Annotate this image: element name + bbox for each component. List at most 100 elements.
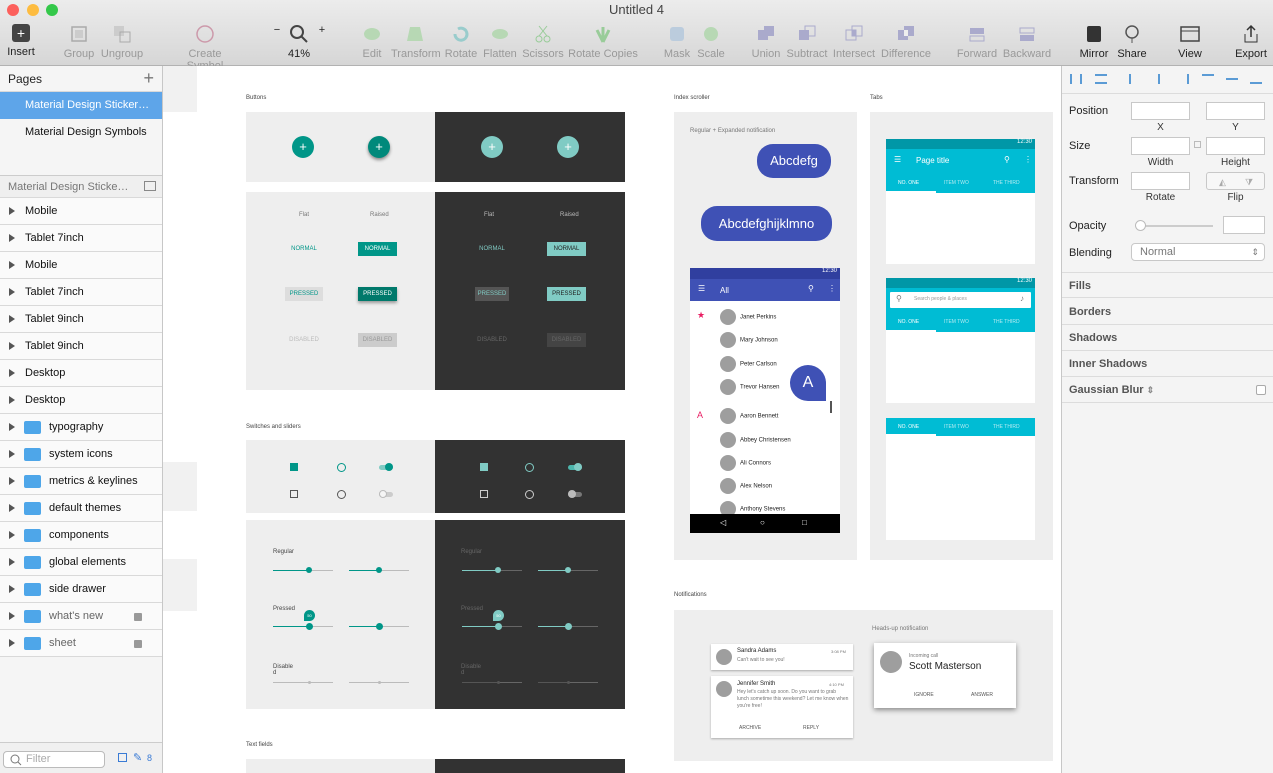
headsup-card[interactable]: Incoming call Scott Masterson IGNORE ANS… bbox=[874, 643, 1016, 708]
layer-row[interactable]: Desktop bbox=[0, 360, 162, 387]
tab-two[interactable]: ITEM TWO bbox=[944, 180, 969, 186]
flip-vertical-icon[interactable]: ⧩ bbox=[1245, 177, 1253, 188]
slider-thumb[interactable] bbox=[495, 567, 501, 573]
archive-action[interactable]: ARCHIVE bbox=[739, 725, 761, 731]
contact-item[interactable]: Ali Connors bbox=[720, 455, 771, 471]
page-item[interactable]: Material Design Symbols bbox=[0, 119, 162, 146]
layer-row[interactable]: components bbox=[0, 522, 162, 549]
contact-item[interactable]: Trevor Hansen bbox=[720, 379, 779, 395]
transform-button[interactable]: Transform bbox=[391, 22, 441, 62]
align-top-icon[interactable] bbox=[1202, 74, 1214, 84]
layer-row[interactable]: what's new bbox=[0, 603, 162, 630]
raised-normal-button[interactable]: NORMAL bbox=[358, 242, 397, 256]
flat-pressed-button[interactable]: PRESSED bbox=[285, 287, 323, 301]
pencil-icon[interactable]: ✎ bbox=[133, 751, 142, 764]
mirror-button[interactable]: Mirror bbox=[1076, 22, 1112, 62]
contact-item[interactable]: Mary Johnson bbox=[720, 332, 778, 348]
recents-icon[interactable]: □ bbox=[802, 518, 807, 527]
tab-two[interactable]: ITEM TWO bbox=[944, 319, 969, 325]
flat-normal-button[interactable]: NORMAL bbox=[285, 242, 323, 256]
slider-thumb[interactable] bbox=[564, 622, 572, 630]
distribute-v-icon[interactable] bbox=[1095, 74, 1107, 84]
switch-on[interactable] bbox=[379, 463, 393, 471]
fab-button[interactable]: + bbox=[292, 136, 314, 158]
add-page-button[interactable]: + bbox=[143, 68, 154, 89]
subtract-button[interactable]: Subtract bbox=[786, 22, 828, 62]
tab-three[interactable]: THE THIRD bbox=[993, 319, 1020, 325]
blending-select[interactable]: Normal ⇕ bbox=[1131, 243, 1265, 261]
disclosure-triangle-icon[interactable] bbox=[9, 531, 15, 539]
scissors-button[interactable]: Scissors bbox=[522, 22, 564, 62]
contact-item[interactable]: Abbey Christensen bbox=[720, 432, 791, 448]
checkbox-unchecked[interactable] bbox=[290, 490, 298, 498]
opacity-slider[interactable] bbox=[1135, 220, 1213, 231]
x-field[interactable] bbox=[1131, 102, 1190, 120]
fab-button[interactable]: + bbox=[481, 136, 503, 158]
align-center-icon[interactable] bbox=[1158, 74, 1170, 84]
notification-card[interactable]: Sandra Adams 3:08 PM Can't wait to see y… bbox=[711, 644, 853, 670]
slider[interactable] bbox=[538, 622, 598, 630]
disclosure-triangle-icon[interactable] bbox=[9, 423, 15, 431]
rotate-field[interactable] bbox=[1131, 172, 1190, 190]
zoom-in-button[interactable]: + bbox=[316, 24, 328, 64]
disclosure-triangle-icon[interactable] bbox=[9, 585, 15, 593]
checkbox-checked[interactable] bbox=[480, 463, 488, 471]
slider-thumb[interactable] bbox=[306, 567, 312, 573]
contact-item[interactable]: Peter Carlson bbox=[720, 356, 777, 372]
disclosure-triangle-icon[interactable] bbox=[9, 315, 15, 323]
switch-off[interactable] bbox=[568, 490, 582, 498]
contact-item[interactable]: Janet Perkins bbox=[720, 309, 776, 325]
page-item[interactable]: Material Design Sticker… bbox=[0, 92, 162, 119]
fills-section[interactable]: Fills bbox=[1062, 272, 1273, 298]
disclosure-triangle-icon[interactable] bbox=[9, 504, 15, 512]
align-middle-icon[interactable] bbox=[1226, 78, 1238, 88]
radio-selected[interactable] bbox=[337, 463, 346, 472]
rotate-button[interactable]: Rotate bbox=[444, 22, 478, 62]
layer-row[interactable]: system icons bbox=[0, 441, 162, 468]
disclosure-triangle-icon[interactable] bbox=[9, 558, 15, 566]
layer-row[interactable]: typography bbox=[0, 414, 162, 441]
lock-icon[interactable] bbox=[134, 613, 142, 621]
disclosure-triangle-icon[interactable] bbox=[9, 261, 15, 269]
tab-one[interactable]: NO. ONE bbox=[898, 319, 919, 325]
contact-item[interactable]: Aaron Bennett bbox=[720, 408, 778, 424]
menu-icon[interactable]: ☰ bbox=[698, 284, 705, 293]
backward-button[interactable]: Backward bbox=[1002, 22, 1052, 62]
borders-section[interactable]: Borders bbox=[1062, 299, 1273, 325]
raised-normal-button[interactable]: NORMAL bbox=[547, 242, 586, 256]
insert-button[interactable]: + Insert bbox=[4, 22, 38, 62]
flat-pressed-button[interactable]: PRESSED bbox=[475, 287, 509, 301]
opacity-field[interactable] bbox=[1223, 216, 1265, 234]
filter-input[interactable]: Filter bbox=[26, 753, 50, 765]
checkbox-unchecked[interactable] bbox=[480, 490, 488, 498]
disclosure-triangle-icon[interactable] bbox=[9, 342, 15, 350]
tab-two[interactable]: ITEM TWO bbox=[944, 424, 969, 430]
layer-row[interactable]: Tablet 9inch bbox=[0, 333, 162, 360]
lock-ratio-icon[interactable] bbox=[1194, 141, 1201, 148]
layer-row[interactable]: Tablet 9inch bbox=[0, 306, 162, 333]
slider-thumb[interactable] bbox=[494, 622, 502, 630]
flatten-button[interactable]: Flatten bbox=[482, 22, 518, 62]
layer-row[interactable]: metrics & keylines bbox=[0, 468, 162, 495]
share-button[interactable]: Share bbox=[1114, 22, 1150, 62]
slider[interactable]: 50 bbox=[273, 610, 333, 630]
back-icon[interactable]: ◁ bbox=[720, 518, 726, 527]
scrollbar-thumb[interactable] bbox=[830, 401, 832, 413]
zoom-control[interactable]: 41% bbox=[286, 22, 312, 62]
filter-field[interactable]: Filter bbox=[3, 751, 105, 768]
flat-normal-button[interactable]: NORMAL bbox=[473, 242, 511, 256]
radio-unselected[interactable] bbox=[525, 490, 534, 499]
flip-horizontal-icon[interactable]: ◭ bbox=[1219, 177, 1226, 188]
raised-pressed-button[interactable]: PRESSED bbox=[547, 287, 586, 301]
layer-row[interactable]: Tablet 7inch bbox=[0, 225, 162, 252]
filter-dropdown[interactable]: All bbox=[720, 286, 729, 295]
tab-one[interactable]: NO. ONE bbox=[898, 180, 919, 186]
slider-thumb[interactable] bbox=[376, 567, 382, 573]
artboard-icon[interactable] bbox=[144, 181, 156, 191]
shadows-section[interactable]: Shadows bbox=[1062, 325, 1273, 351]
union-button[interactable]: Union bbox=[751, 22, 781, 62]
home-icon[interactable]: ○ bbox=[760, 518, 765, 527]
align-bottom-icon[interactable] bbox=[1250, 74, 1262, 84]
more-icon[interactable]: ⋮ bbox=[1024, 155, 1032, 164]
y-field[interactable] bbox=[1206, 102, 1265, 120]
